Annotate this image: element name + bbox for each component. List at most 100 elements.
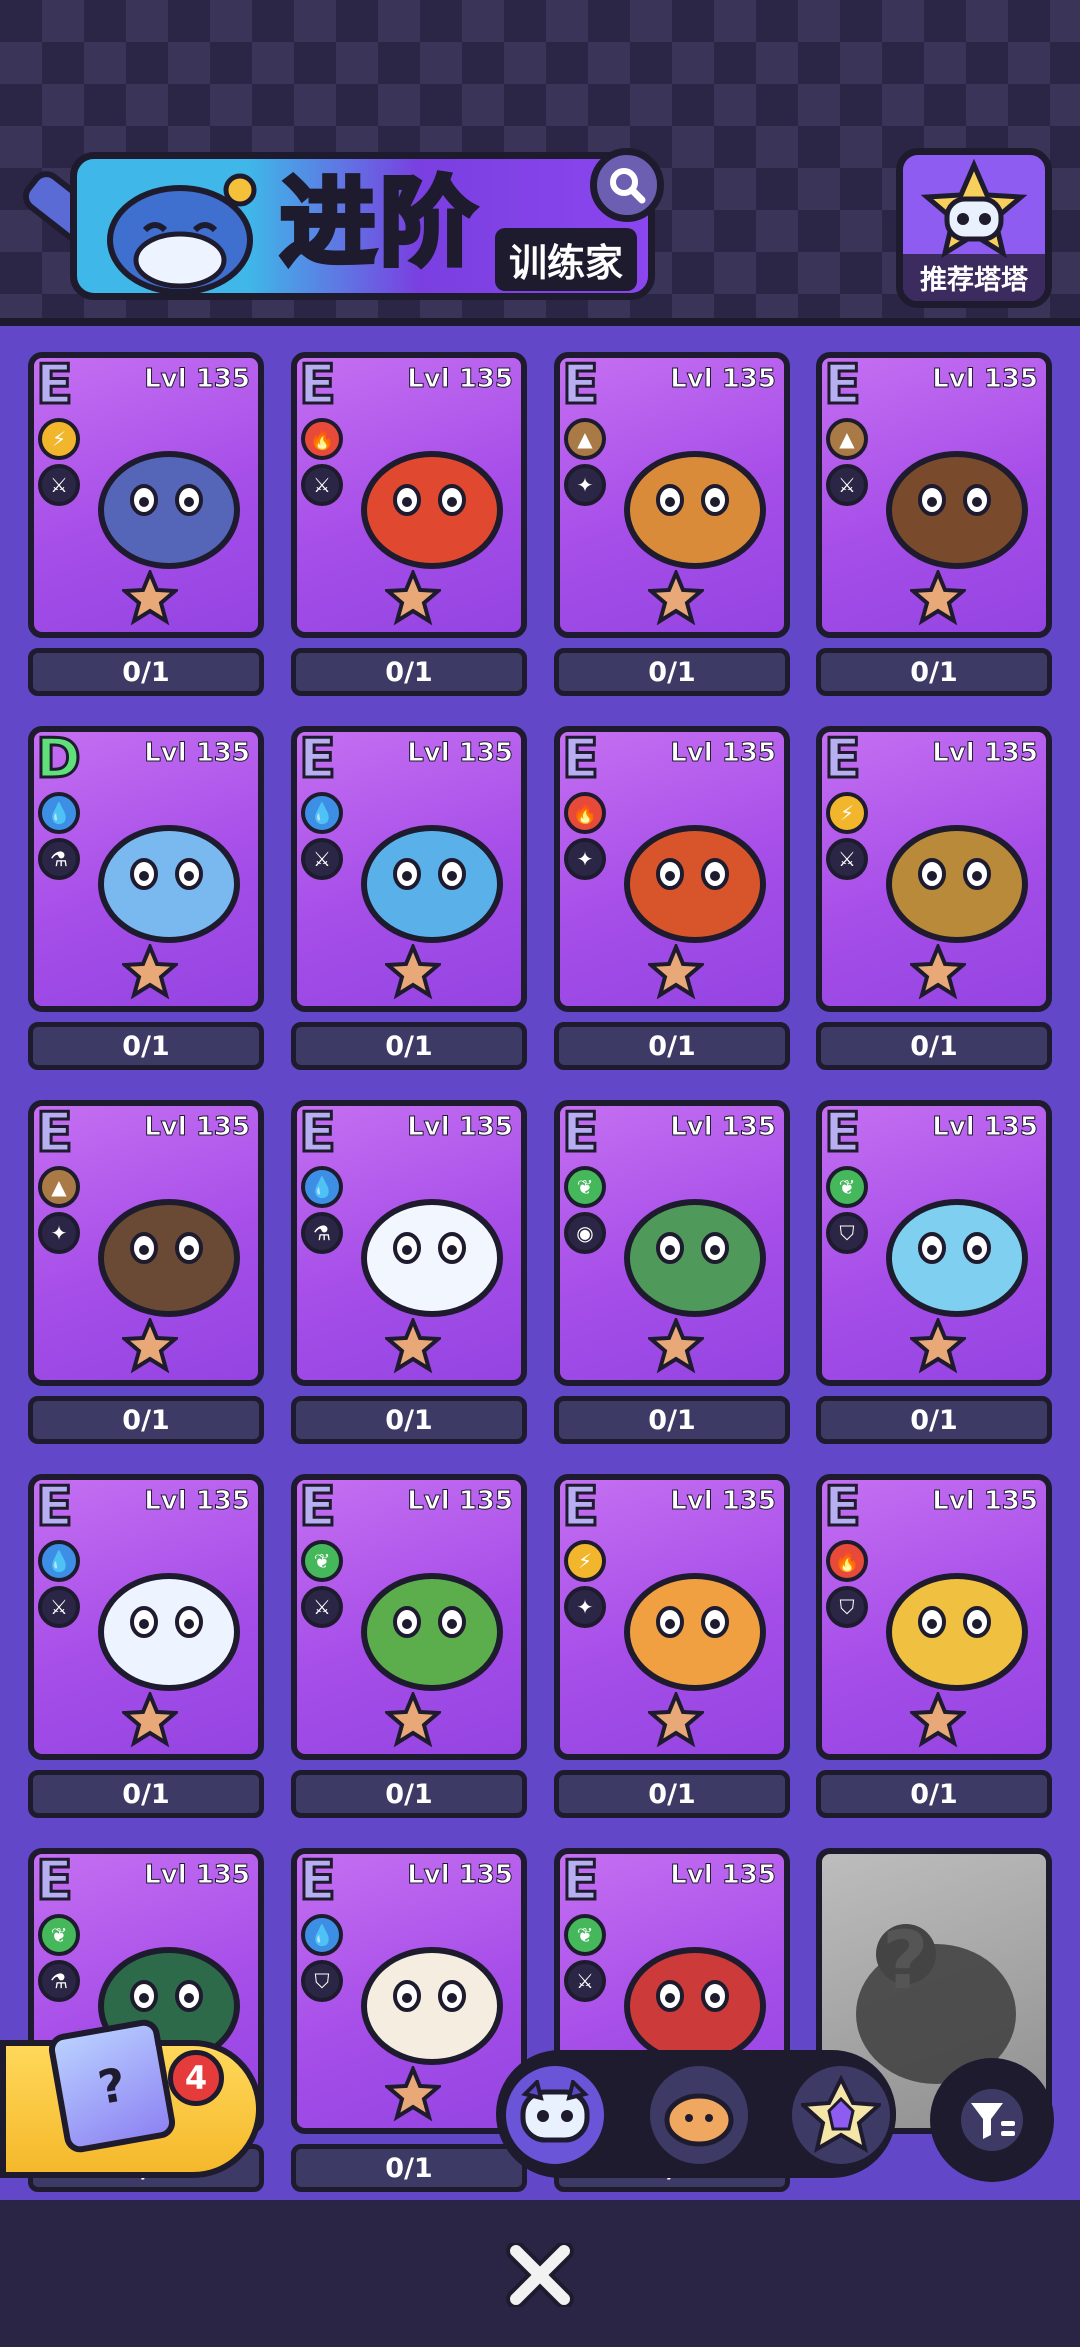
grade-label: E bbox=[823, 1475, 863, 1538]
pet-card-frame[interactable]: E Lvl 135 🔥 ⛉ bbox=[816, 1474, 1052, 1760]
pet-card-frame[interactable]: E Lvl 135 💧 ⚗ bbox=[291, 1100, 527, 1386]
shield-role-icon: ⛉ bbox=[826, 1586, 868, 1628]
pet-creature-icon bbox=[361, 451, 503, 569]
grade-label: E bbox=[561, 1101, 601, 1164]
pet-count-label: 0/1 bbox=[291, 1022, 527, 1070]
pet-card-frame[interactable]: E Lvl 135 ▲ ✦ bbox=[28, 1100, 264, 1386]
pet-card-frame[interactable]: E Lvl 135 ⚡ ✦ bbox=[554, 1474, 790, 1760]
pet-count-label: 0/1 bbox=[554, 648, 790, 696]
robot-pet-tab[interactable] bbox=[500, 2060, 610, 2170]
fire-element-icon: 🔥 bbox=[826, 1540, 868, 1582]
pet-card[interactable]: E Lvl 135 🔥 ✦ 0/1 bbox=[554, 726, 790, 1070]
pet-card[interactable]: E Lvl 135 💧 ⚔ 0/1 bbox=[28, 1474, 264, 1818]
unknown-pet-question-mark: ? bbox=[882, 1914, 929, 2007]
level-label: Lvl 135 bbox=[932, 1486, 1039, 1517]
advanced-trainer-banner: 进阶 训练家 bbox=[16, 148, 664, 308]
level-label: Lvl 135 bbox=[932, 1112, 1039, 1143]
pet-card[interactable]: E Lvl 135 ❦ ◉ 0/1 bbox=[554, 1100, 790, 1444]
blue-mascot-icon bbox=[107, 173, 257, 295]
gift-count-badge: 4 bbox=[168, 2050, 224, 2106]
pet-card-frame[interactable]: E Lvl 135 💧 ⚔ bbox=[291, 726, 527, 1012]
pet-creature-icon bbox=[624, 1573, 766, 1691]
feather-role-icon: ✦ bbox=[564, 464, 606, 506]
hamster-pet-icon bbox=[664, 2093, 734, 2147]
level-label: Lvl 135 bbox=[144, 1486, 251, 1517]
pet-card[interactable]: E Lvl 135 🔥 ⚔ 0/1 bbox=[291, 352, 527, 696]
pet-count-label: 0/1 bbox=[28, 1770, 264, 1818]
eye-role-icon: ◉ bbox=[564, 1212, 606, 1254]
pet-card[interactable]: E Lvl 135 ▲ ✦ 0/1 bbox=[28, 1100, 264, 1444]
feather-role-icon: ✦ bbox=[38, 1212, 80, 1254]
star-icon bbox=[910, 570, 966, 626]
pet-creature-icon bbox=[361, 1573, 503, 1691]
pet-card[interactable]: E Lvl 135 ❦ ⛉ 0/1 bbox=[816, 1100, 1052, 1444]
level-label: Lvl 135 bbox=[670, 364, 777, 395]
grade-label: E bbox=[35, 1849, 75, 1912]
sword-role-icon: ⚔ bbox=[38, 464, 80, 506]
pet-count-label: 0/1 bbox=[816, 648, 1052, 696]
close-button[interactable] bbox=[500, 2240, 580, 2310]
grade-label: E bbox=[561, 727, 601, 790]
pet-card[interactable]: E Lvl 135 🔥 ⛉ 0/1 bbox=[816, 1474, 1052, 1818]
pet-creature-icon bbox=[361, 1947, 503, 2065]
pet-card-frame[interactable]: E Lvl 135 💧 ⛉ bbox=[291, 1848, 527, 2134]
pet-card-frame[interactable]: E Lvl 135 🔥 ⚔ bbox=[291, 352, 527, 638]
pet-count-label: 0/1 bbox=[554, 1022, 790, 1070]
level-label: Lvl 135 bbox=[407, 1486, 514, 1517]
recommend-tata-button[interactable]: 推荐塔塔 bbox=[896, 148, 1052, 308]
grade-label: E bbox=[561, 353, 601, 416]
pet-card-frame[interactable]: E Lvl 135 ❦ ⛉ bbox=[816, 1100, 1052, 1386]
level-label: Lvl 135 bbox=[407, 364, 514, 395]
pet-card[interactable]: E Lvl 135 ⚡ ✦ 0/1 bbox=[554, 1474, 790, 1818]
pet-card[interactable]: E Lvl 135 💧 ⛉ 0/1 bbox=[291, 1848, 527, 2192]
pet-count-label: 0/1 bbox=[554, 1396, 790, 1444]
pet-card-frame[interactable]: E Lvl 135 🔥 ✦ bbox=[554, 726, 790, 1012]
star-icon bbox=[385, 944, 441, 1000]
banner-title: 进阶 bbox=[278, 166, 480, 281]
grade-label: E bbox=[823, 727, 863, 790]
pet-card[interactable]: D Lvl 135 💧 ⚗ 0/1 bbox=[28, 726, 264, 1070]
search-button[interactable] bbox=[590, 148, 664, 222]
star-icon bbox=[122, 944, 178, 1000]
electric-element-icon: ⚡ bbox=[38, 418, 80, 460]
star-robot-icon bbox=[920, 159, 1028, 259]
feather-role-icon: ✦ bbox=[564, 838, 606, 880]
grass-element-icon: ❦ bbox=[38, 1914, 80, 1956]
level-label: Lvl 135 bbox=[670, 1486, 777, 1517]
pet-card[interactable]: E Lvl 135 ❦⚔ 0/1 bbox=[291, 1474, 527, 1818]
fire-element-icon: 🔥 bbox=[564, 792, 606, 834]
filter-button[interactable] bbox=[930, 2058, 1054, 2182]
grass-element-icon: ❦ bbox=[826, 1166, 868, 1208]
pet-creature-icon bbox=[886, 825, 1028, 943]
star-icon bbox=[910, 944, 966, 1000]
grade-label: E bbox=[298, 353, 338, 416]
pet-card-frame[interactable]: E Lvl 135 ▲ ⚔ bbox=[816, 352, 1052, 638]
pet-creature-icon bbox=[886, 1573, 1028, 1691]
pet-count-label: 0/1 bbox=[291, 648, 527, 696]
crystal-pet-tab[interactable] bbox=[786, 2060, 896, 2170]
pet-card-frame[interactable]: E Lvl 135 💧 ⚔ bbox=[28, 1474, 264, 1760]
pet-card-frame[interactable]: E Lvl 135 ❦ ◉ bbox=[554, 1100, 790, 1386]
pet-card[interactable]: E Lvl 135 ▲ ⚔ 0/1 bbox=[816, 352, 1052, 696]
pet-card-frame[interactable]: E Lvl 135 ▲ ✦ bbox=[554, 352, 790, 638]
grade-label: E bbox=[298, 1101, 338, 1164]
pet-creature-icon bbox=[98, 825, 240, 943]
electric-element-icon: ⚡ bbox=[564, 1540, 606, 1582]
flask-role-icon: ⚗ bbox=[38, 838, 80, 880]
pet-card[interactable]: E Lvl 135 💧 ⚗ 0/1 bbox=[291, 1100, 527, 1444]
pet-card[interactable]: E Lvl 135 ⚡ ⚔ 0/1 bbox=[28, 352, 264, 696]
sword-role-icon: ⚔ bbox=[564, 1960, 606, 2002]
sword-role-icon: ⚔ bbox=[826, 464, 868, 506]
pet-card-frame[interactable]: D Lvl 135 💧 ⚗ bbox=[28, 726, 264, 1012]
pet-card[interactable]: E Lvl 135 💧 ⚔ 0/1 bbox=[291, 726, 527, 1070]
pet-card-frame[interactable]: E Lvl 135 ❦ ⚔ bbox=[291, 1474, 527, 1760]
pet-card-frame[interactable]: E Lvl 135 ⚡ ⚔ bbox=[28, 352, 264, 638]
pet-creature-icon bbox=[624, 451, 766, 569]
pet-card-frame[interactable]: E Lvl 135 ⚡ ⚔ bbox=[816, 726, 1052, 1012]
water-element-icon: 💧 bbox=[38, 792, 80, 834]
hamster-pet-tab[interactable] bbox=[644, 2060, 754, 2170]
crystal-star-icon bbox=[801, 2075, 881, 2154]
pet-card[interactable]: E Lvl 135 ▲ ✦ 0/1 bbox=[554, 352, 790, 696]
pet-card[interactable]: E Lvl 135 ⚡ ⚔ 0/1 bbox=[816, 726, 1052, 1070]
mystery-box-icon[interactable]: ? bbox=[46, 2017, 178, 2155]
